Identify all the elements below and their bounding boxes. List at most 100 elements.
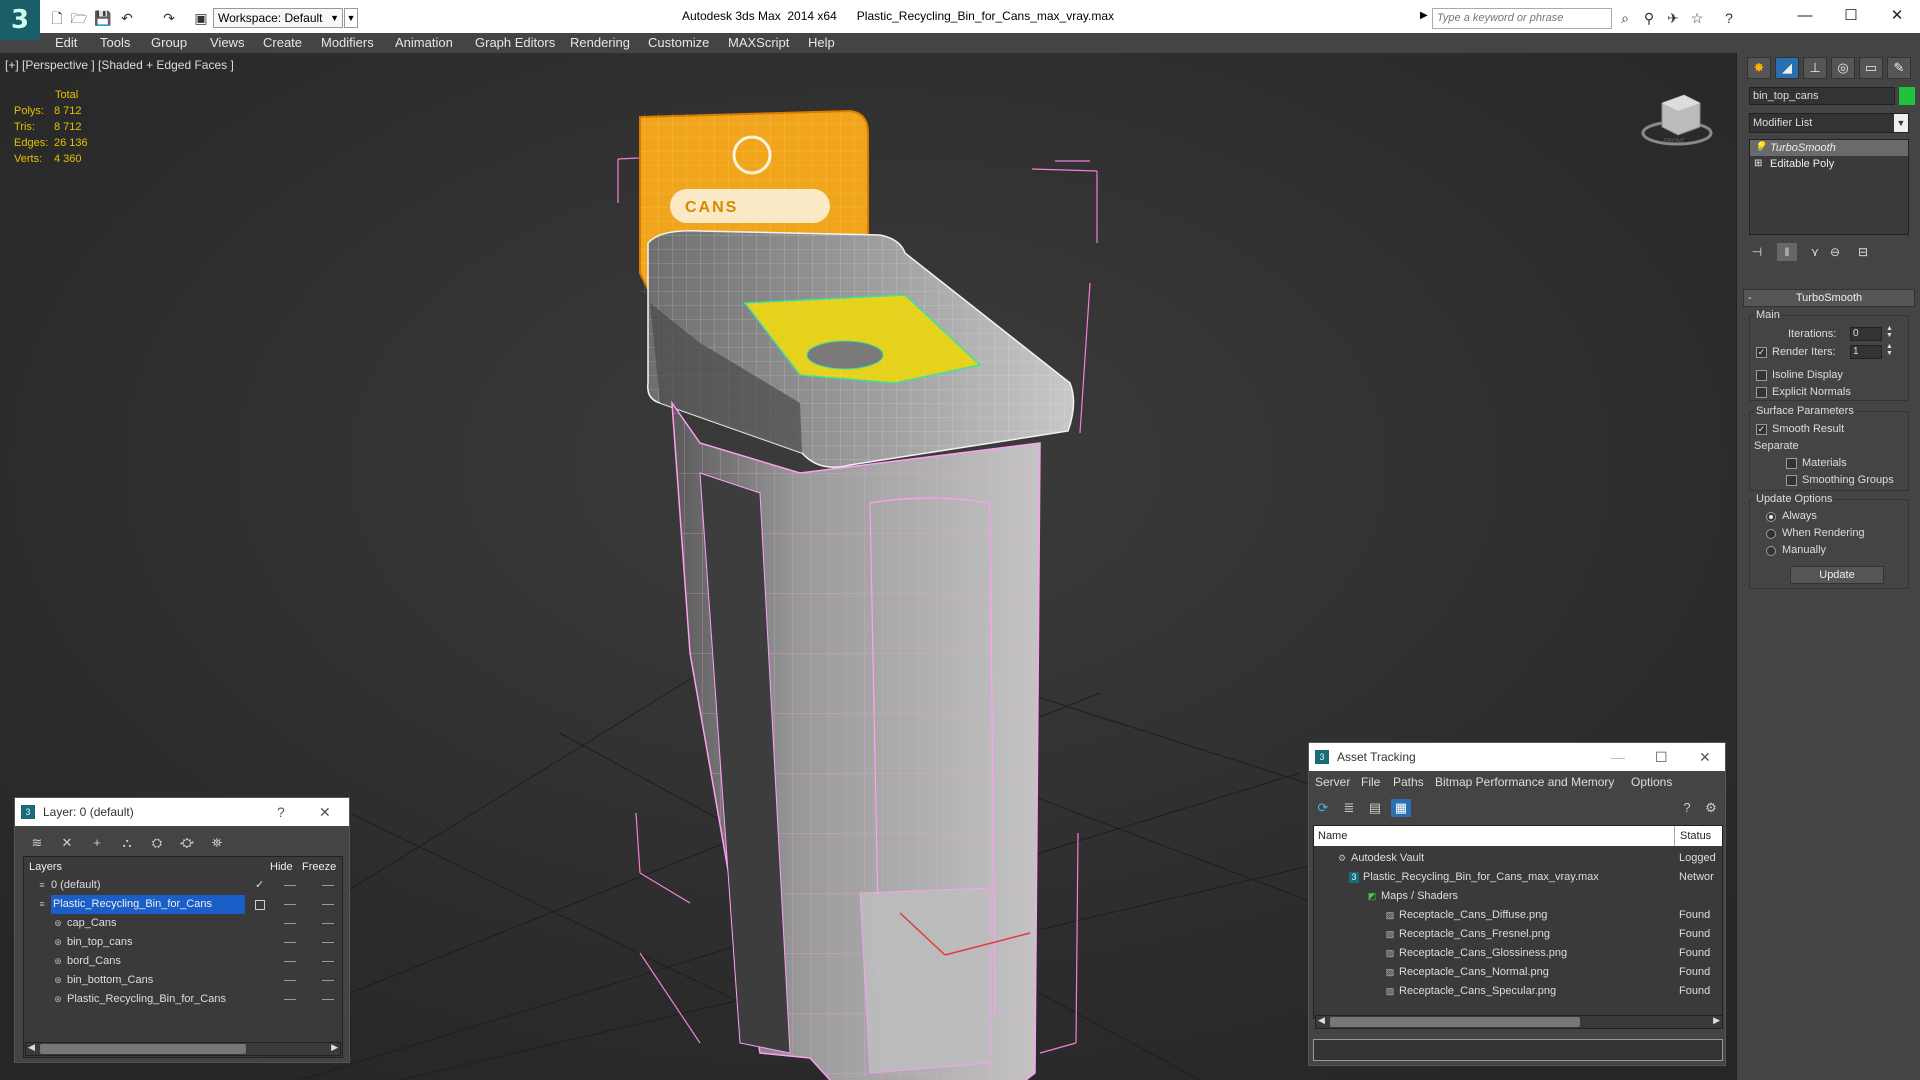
freeze-toggle[interactable]: [322, 885, 334, 886]
iterations-spinner[interactable]: 0: [1850, 327, 1882, 341]
freeze-toggle[interactable]: [322, 961, 334, 962]
isoline-display-checkbox[interactable]: [1756, 370, 1767, 381]
freeze-toggle[interactable]: [322, 923, 334, 924]
minimize-button[interactable]: —: [1790, 4, 1820, 28]
smooth-result-checkbox[interactable]: ✓: [1756, 424, 1767, 435]
menu-tools[interactable]: Tools: [100, 35, 130, 50]
asset-path-field[interactable]: [1313, 1039, 1723, 1061]
undo-icon[interactable]: ↶: [118, 9, 136, 27]
asset-row[interactable]: ▨ Receptacle_Cans_Diffuse.png Found: [1315, 906, 1723, 925]
freeze-toggle[interactable]: [322, 942, 334, 943]
viewport-label[interactable]: [+] [Perspective ] [Shaded + Edged Faces…: [5, 58, 234, 72]
menu-modifiers[interactable]: Modifiers: [321, 35, 374, 50]
col-freeze[interactable]: Freeze: [302, 858, 336, 876]
app-logo-icon[interactable]: 3: [0, 0, 40, 40]
hide-toggle[interactable]: [284, 923, 296, 924]
col-hide[interactable]: Hide: [270, 858, 293, 876]
asset-row[interactable]: ▨ Receptacle_Cans_Specular.png Found: [1315, 982, 1723, 1001]
freeze-all-icon[interactable]: ⛯: [207, 834, 227, 852]
maximize-button[interactable]: ☐: [1836, 4, 1866, 28]
subscription-icon[interactable]: ⚲: [1640, 9, 1658, 27]
menu-animation[interactable]: Animation: [395, 35, 453, 50]
scroll-left-icon[interactable]: ◀: [28, 1042, 35, 1053]
materials-checkbox[interactable]: [1786, 458, 1797, 469]
layer-row[interactable]: ⊛ cap_Cans: [25, 914, 345, 933]
explicit-normals-checkbox[interactable]: [1756, 387, 1767, 398]
new-layer-icon[interactable]: ≋: [27, 834, 47, 852]
menu-paths[interactable]: Paths: [1393, 775, 1424, 789]
highlight-layers-icon[interactable]: ⛭: [147, 834, 167, 852]
motion-tab-icon[interactable]: ◎: [1831, 57, 1855, 79]
scroll-left-icon[interactable]: ◀: [1318, 1015, 1325, 1026]
hide-toggle[interactable]: [284, 885, 296, 886]
new-file-icon[interactable]: 🗋: [48, 9, 66, 27]
asset-row[interactable]: ⚙ Autodesk Vault Logged: [1315, 849, 1723, 868]
close-button[interactable]: ✕: [1882, 4, 1912, 28]
modify-tab-icon[interactable]: ◢: [1775, 57, 1799, 79]
col-status[interactable]: Status: [1680, 826, 1711, 846]
show-end-result-icon[interactable]: ‖: [1777, 243, 1797, 261]
lightbulb-icon[interactable]: 💡: [1754, 140, 1766, 156]
help-icon[interactable]: ?: [1677, 799, 1697, 817]
thumbnail-view-icon[interactable]: ▤: [1365, 799, 1385, 817]
scroll-thumb[interactable]: [1330, 1017, 1580, 1027]
smoothing-groups-checkbox[interactable]: [1786, 475, 1797, 486]
menu-options[interactable]: Options: [1631, 775, 1672, 789]
menu-help[interactable]: Help: [808, 35, 835, 50]
col-layers[interactable]: Layers: [29, 858, 62, 876]
scroll-right-icon[interactable]: ▶: [1713, 1015, 1720, 1026]
hierarchy-tab-icon[interactable]: ⊥: [1803, 57, 1827, 79]
asset-row[interactable]: ▨ Receptacle_Cans_Glossiness.png Found: [1315, 944, 1723, 963]
settings-icon[interactable]: ⚙: [1701, 799, 1721, 817]
current-layer-check-icon[interactable]: ✓: [255, 876, 264, 895]
expand-plus-icon[interactable]: ⊞: [1754, 156, 1762, 172]
refresh-icon[interactable]: ⟳: [1313, 799, 1333, 817]
layer-row[interactable]: ⊛ bin_top_cans: [25, 933, 345, 952]
when-rendering-radio[interactable]: [1766, 529, 1776, 539]
utilities-tab-icon[interactable]: ✎: [1887, 57, 1911, 79]
update-button[interactable]: Update: [1790, 566, 1884, 584]
make-unique-icon[interactable]: ⋎: [1805, 243, 1825, 261]
layer-row[interactable]: ⊛ bord_Cans: [25, 952, 345, 971]
redo-icon[interactable]: ↷: [160, 9, 178, 27]
binoculars-icon[interactable]: ⌕: [1616, 9, 1634, 27]
layer-row[interactable]: ⊛ Plastic_Recycling_Bin_for_Cans: [25, 990, 345, 1009]
stack-item-editable-poly[interactable]: ⊞ Editable Poly: [1750, 156, 1908, 172]
always-radio[interactable]: [1766, 512, 1776, 522]
close-icon[interactable]: ✕: [1699, 743, 1711, 771]
render-iters-spinner[interactable]: 1: [1850, 345, 1882, 359]
manually-radio[interactable]: [1766, 546, 1776, 556]
pin-stack-icon[interactable]: ⊣: [1747, 243, 1767, 261]
menu-file[interactable]: File: [1361, 775, 1380, 789]
minimize-icon[interactable]: —: [1611, 743, 1625, 771]
delete-layer-icon[interactable]: ✕: [57, 834, 77, 852]
asset-row[interactable]: 3 Plastic_Recycling_Bin_for_Cans_max_vray…: [1315, 868, 1723, 887]
add-selection-icon[interactable]: +: [87, 834, 107, 852]
scroll-thumb[interactable]: [40, 1044, 246, 1054]
expand-arrow-icon[interactable]: ▶: [1420, 10, 1428, 21]
modifier-list-dropdown[interactable]: Modifier List ▼: [1749, 113, 1909, 133]
close-icon[interactable]: ✕: [319, 798, 331, 826]
layer-row[interactable]: ≡ 0 (default) ✓: [25, 876, 345, 895]
maximize-icon[interactable]: ☐: [1655, 743, 1668, 771]
asset-row[interactable]: ◩ Maps / Shaders: [1315, 887, 1723, 906]
communication-center-icon[interactable]: ✈: [1664, 9, 1682, 27]
rollout-title-bar[interactable]: - TurboSmooth: [1743, 289, 1915, 307]
menu-rendering[interactable]: Rendering: [570, 35, 630, 50]
asset-tracking-title-bar[interactable]: 3 Asset Tracking — ☐ ✕: [1309, 743, 1725, 771]
list-view-icon[interactable]: ≣: [1339, 799, 1359, 817]
render-iters-checkbox[interactable]: ✓: [1756, 347, 1767, 358]
menu-views[interactable]: Views: [210, 35, 244, 50]
stack-item-turbosmooth[interactable]: 💡 TurboSmooth: [1750, 140, 1908, 156]
select-objects-icon[interactable]: ⛬: [117, 834, 137, 852]
freeze-toggle[interactable]: [322, 980, 334, 981]
open-file-icon[interactable]: 🗁: [70, 9, 88, 27]
spinner-arrows-icon[interactable]: ▲ ▼: [1886, 325, 1893, 339]
menu-maxscript[interactable]: MAXScript: [728, 35, 789, 50]
spinner-arrows-icon[interactable]: ▲ ▼: [1886, 343, 1893, 357]
menu-customize[interactable]: Customize: [648, 35, 709, 50]
freeze-toggle[interactable]: [322, 904, 334, 905]
table-view-icon[interactable]: ▦: [1391, 799, 1411, 817]
menu-edit[interactable]: Edit: [55, 35, 77, 50]
object-color-swatch[interactable]: [1899, 87, 1915, 105]
